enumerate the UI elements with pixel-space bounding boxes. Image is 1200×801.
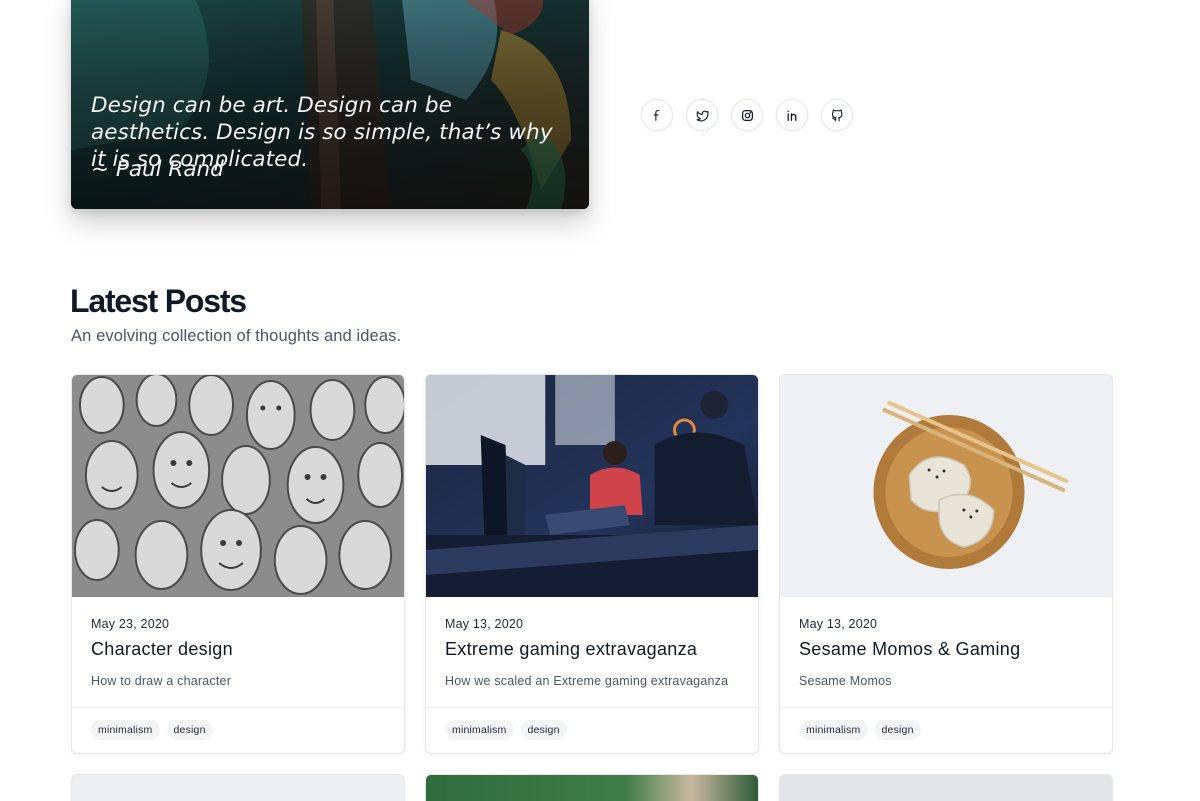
post-description: How we scaled an Extreme gaming extravag… (445, 674, 729, 688)
post-divider (72, 707, 404, 708)
quote-author: ~ Paul Rand (91, 157, 224, 182)
post-card-next[interactable] (779, 774, 1113, 801)
post-date: May 23, 2020 (91, 617, 170, 631)
post-divider (780, 707, 1112, 708)
instagram-icon (741, 109, 753, 121)
tag[interactable]: minimalism (445, 720, 514, 740)
linkedin-icon (787, 110, 796, 121)
latest-posts-subtitle: An evolving collection of thoughts and i… (71, 327, 402, 345)
tag[interactable]: design (166, 720, 213, 740)
post-image-dumplings[interactable] (780, 375, 1112, 597)
post-card[interactable]: May 23, 2020 Character design How to dra… (71, 374, 405, 754)
post-date: May 13, 2020 (445, 617, 524, 631)
social-links (641, 99, 853, 131)
post-title[interactable]: Character design (91, 639, 385, 660)
post-card[interactable]: May 13, 2020 Extreme gaming extravaganza… (425, 374, 759, 754)
post-tags: minimalism design (799, 720, 921, 740)
instagram-link[interactable] (731, 99, 763, 131)
post-title[interactable]: Extreme gaming extravaganza (445, 639, 739, 660)
quote-hero-card: Design can be art. Design can be aesthet… (71, 0, 589, 209)
tag[interactable]: minimalism (799, 720, 868, 740)
github-link[interactable] (821, 99, 853, 131)
tag[interactable]: design (874, 720, 921, 740)
linkedin-link[interactable] (776, 99, 808, 131)
post-body: May 13, 2020 Extreme gaming extravaganza… (426, 597, 758, 688)
post-image-gamers[interactable] (426, 375, 758, 597)
github-icon (831, 109, 842, 121)
post-card-next[interactable] (71, 774, 405, 801)
latest-posts-title: Latest Posts (70, 283, 247, 319)
post-description: How to draw a character (91, 674, 232, 688)
post-body: May 13, 2020 Sesame Momos & Gaming Sesam… (780, 597, 1112, 688)
post-card[interactable]: May 13, 2020 Sesame Momos & Gaming Sesam… (779, 374, 1113, 754)
post-title[interactable]: Sesame Momos & Gaming (799, 639, 1093, 660)
post-card-next[interactable] (425, 774, 759, 801)
post-tags: minimalism design (91, 720, 213, 740)
post-tags: minimalism design (445, 720, 567, 740)
tag[interactable]: design (520, 720, 567, 740)
tag[interactable]: minimalism (91, 720, 160, 740)
twitter-link[interactable] (686, 99, 718, 131)
post-divider (426, 707, 758, 708)
facebook-link[interactable] (641, 99, 673, 131)
facebook-icon (653, 109, 660, 121)
post-description: Sesame Momos (799, 674, 892, 688)
post-body: May 23, 2020 Character design How to dra… (72, 597, 404, 688)
twitter-icon (696, 110, 709, 121)
post-date: May 13, 2020 (799, 617, 878, 631)
post-image-carved-faces[interactable] (72, 375, 404, 597)
